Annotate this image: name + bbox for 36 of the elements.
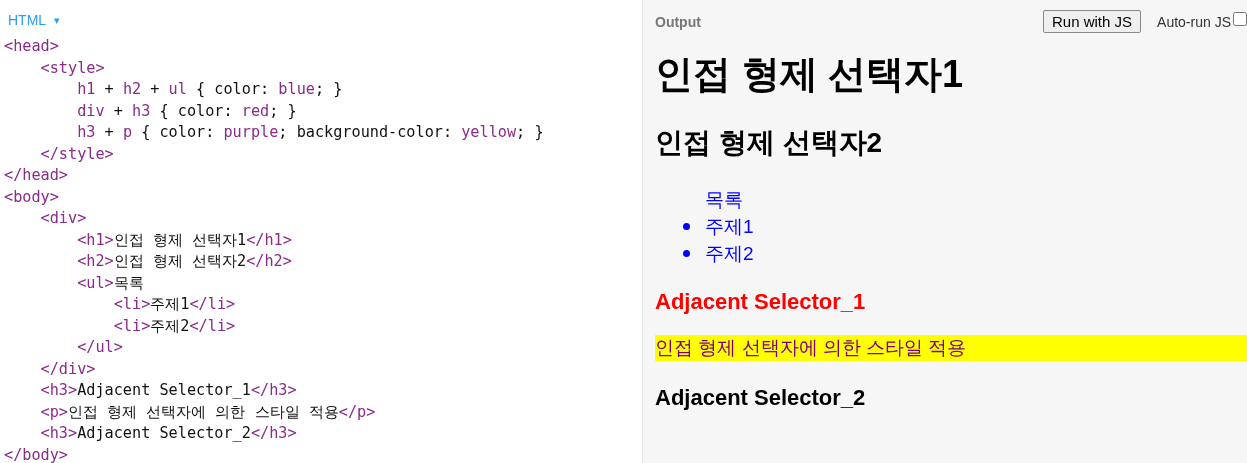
code-line: </head> xyxy=(4,165,68,186)
auto-run-label: Auto-run JS xyxy=(1157,13,1231,30)
list-item: 주제1 xyxy=(705,215,754,239)
auto-run-checkbox[interactable] xyxy=(1233,11,1247,26)
subheading: 인접 형제 선택자2 xyxy=(655,126,883,160)
section-heading: Adjacent Selector_2 xyxy=(655,385,866,411)
code-line: <body> xyxy=(4,186,59,208)
code-line: </body> xyxy=(4,444,68,463)
code-line: h3 + p { color: purple; background-color: yellow; } xyxy=(76,122,544,143)
code-line: <head> xyxy=(4,36,59,57)
heading: 인접 형제 선택자1 xyxy=(655,52,964,97)
code-line: <h2>인접 형제 선택자2</h2> xyxy=(76,251,292,272)
code-line: </div> xyxy=(39,358,96,380)
section-heading: Adjacent Selector_1 xyxy=(655,289,866,315)
list-item: 주제2 xyxy=(705,242,754,266)
code-line: <div> xyxy=(39,208,87,229)
code-line: </ul> xyxy=(76,337,123,358)
language-selector[interactable]: HTML xyxy=(8,12,47,28)
code-line: <h1>인접 형제 선택자1</h1> xyxy=(76,229,292,251)
output-title: Output xyxy=(655,13,701,30)
code-line: <li>주제2</li> xyxy=(112,315,236,337)
code-line: </style> xyxy=(39,143,114,165)
code-line: <h3>Adjacent Selector_1</h3> xyxy=(39,380,297,401)
code-line: <h3>Adjacent Selector_2</h3> xyxy=(39,423,297,444)
code-line: h1 + h2 + ul { color: blue; } xyxy=(76,79,343,100)
code-line: <p>인접 형제 선택자에 의한 스타일 적용</p> xyxy=(39,401,376,423)
bullet-icon xyxy=(683,223,690,230)
code-line: div + h3 { color: red; } xyxy=(76,100,297,122)
dropdown-caret-icon[interactable]: ▾ xyxy=(54,13,61,27)
code-line: <style> xyxy=(39,57,105,79)
code-line: <li>주제1</li> xyxy=(112,294,236,315)
list-label: 목록 xyxy=(705,188,743,212)
run-button[interactable]: Run with JS xyxy=(1043,10,1142,33)
code-line: <ul>목록 xyxy=(76,272,144,294)
highlighted-paragraph: 인접 형제 선택자에 의한 스타일 적용 xyxy=(655,335,1247,361)
bullet-icon xyxy=(683,250,690,257)
